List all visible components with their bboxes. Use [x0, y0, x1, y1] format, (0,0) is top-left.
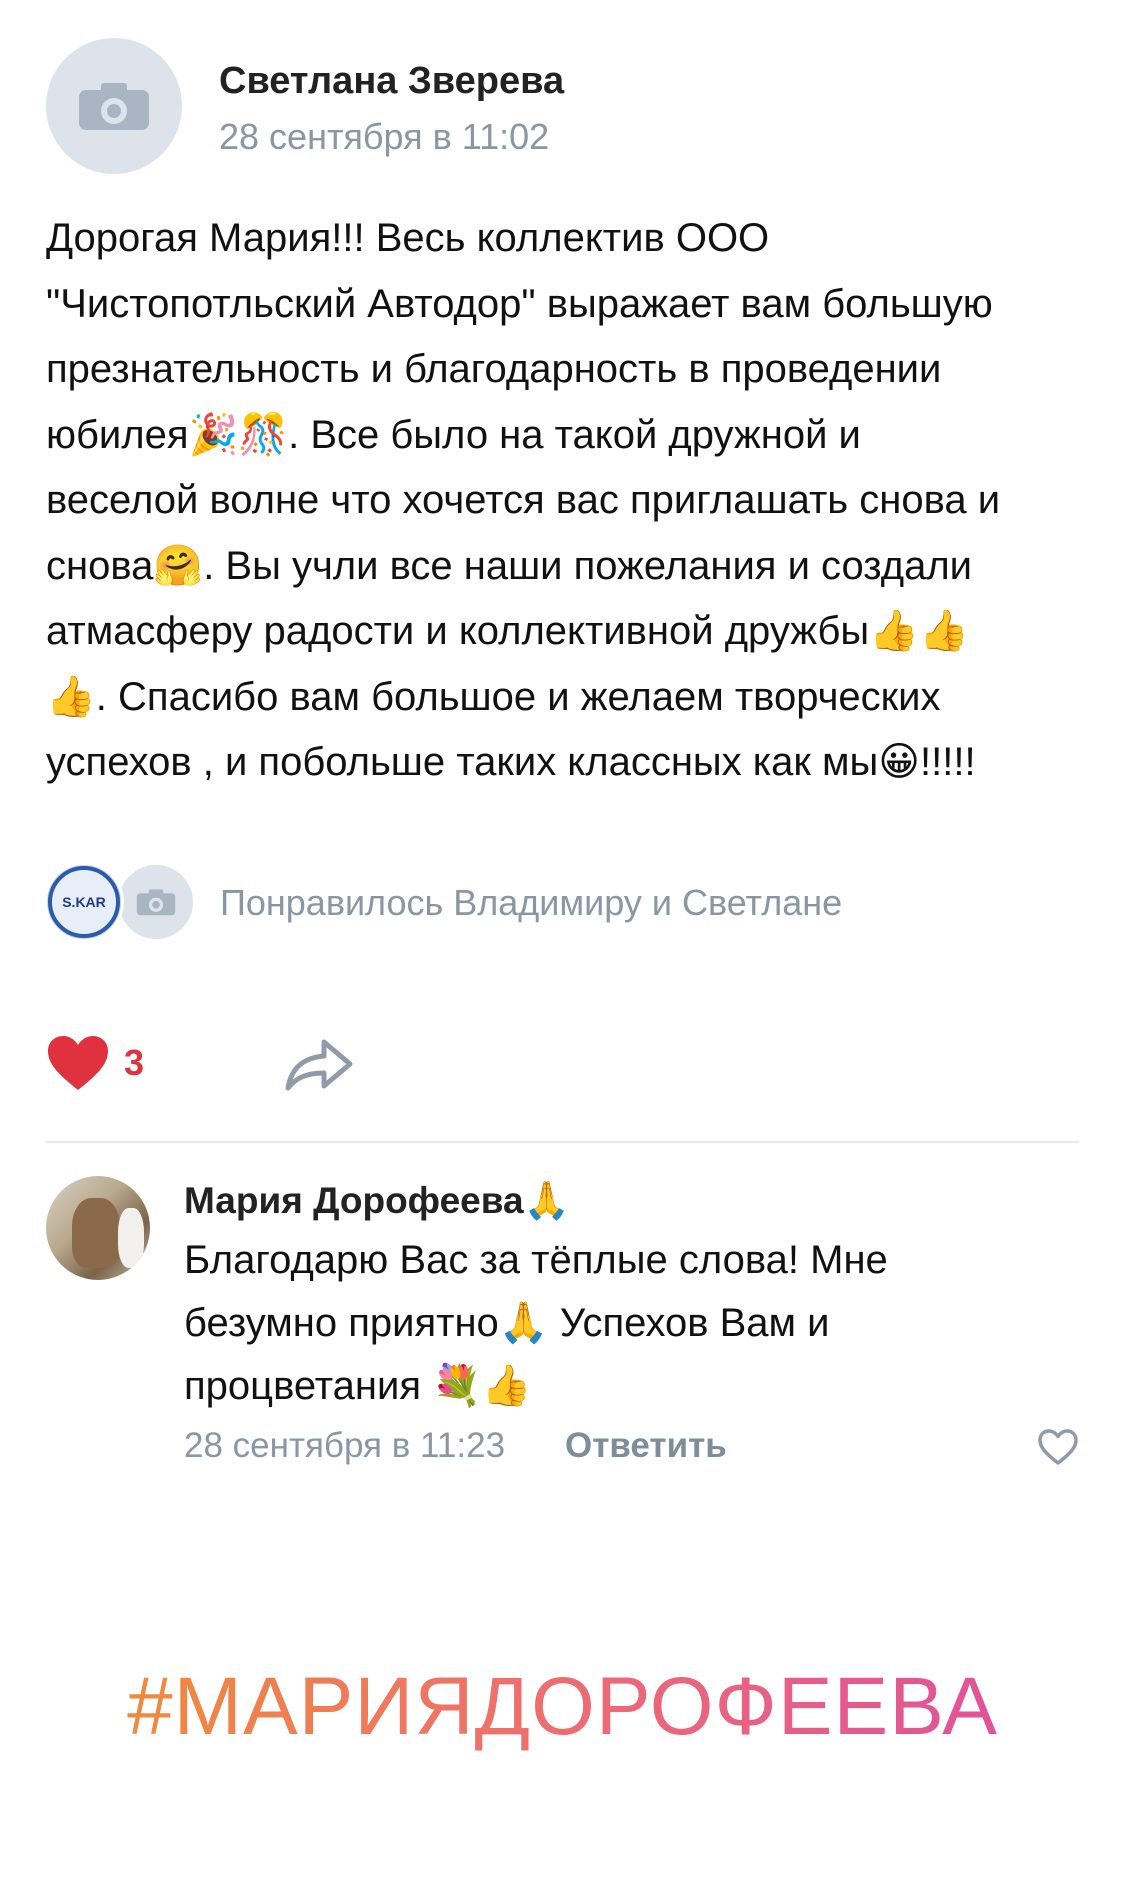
hashtag-text: #МАРИЯДОРОФЕЕВА	[127, 1661, 998, 1752]
post-text-line: "Чистопотльский Автодор" выражает вам бо…	[46, 281, 993, 326]
liker-avatar-default[interactable]	[116, 862, 196, 942]
post-text: Дорогая Мария!!! Весь коллектив ООО "Чис…	[46, 206, 1091, 796]
skar-logo: S.KAR	[48, 866, 120, 938]
post-author-name[interactable]: Светлана Зверева	[219, 60, 564, 103]
post-screen: Светлана Зверева 28 сентября в 11:02 Дор…	[0, 0, 1125, 1888]
post-text-line: презнательность и благодарность в провед…	[46, 347, 942, 391]
liker-avatar-skar[interactable]: S.KAR	[44, 862, 124, 942]
avatar-photo-person	[118, 1208, 144, 1268]
post-date[interactable]: 28 сентября в 11:02	[219, 116, 549, 158]
comment-text-line: Благодарю Вас за тёплые слова! Мне	[184, 1238, 888, 1282]
post-text-line: 👍. Спасибо вам большое и желаем творческ…	[46, 674, 941, 719]
comment-author-name[interactable]: Мария Дорофеева🙏	[184, 1180, 570, 1223]
camera-icon	[136, 889, 176, 916]
camera-icon	[79, 82, 149, 130]
divider	[46, 1141, 1079, 1143]
hashtag-caption: #МАРИЯДОРОФЕЕВА	[0, 1660, 1125, 1754]
post-text-line: Дорогая Мария!!! Весь коллектив ООО	[46, 216, 770, 260]
comment-date: 28 сентября в 11:23	[184, 1426, 506, 1465]
comment-text-line: безумно приятно🙏 Успехов Вам и	[184, 1301, 830, 1345]
share-icon[interactable]	[284, 1036, 354, 1092]
post-text-line: веселой волне что хочется вас приглашать…	[46, 478, 1001, 522]
comment-author-avatar[interactable]	[46, 1176, 150, 1280]
post-text-line: снова🤗. Вы учли все наши пожелания и соз…	[46, 543, 972, 588]
comment-text: Благодарю Вас за тёплые слова! Мне безум…	[184, 1229, 1064, 1418]
post-text-line: успехов , и побольше таких классных как …	[46, 740, 976, 784]
post-text-line: юбилея🎉🎊. Все было на такой дружной и	[46, 412, 861, 457]
post-author-avatar[interactable]	[46, 38, 182, 174]
reply-button[interactable]: Ответить	[565, 1426, 727, 1466]
likes-summary[interactable]: Понравилось Владимиру и Светлане	[220, 882, 842, 924]
skar-logo-text: S.KAR	[62, 894, 106, 910]
comment-like-icon[interactable]	[1037, 1428, 1079, 1466]
avatar-photo-horse	[72, 1198, 120, 1268]
post-text-line: атмасферу радости и коллективной дружбы👍…	[46, 609, 969, 653]
heart-icon[interactable]	[46, 1034, 110, 1092]
comment-text-line: процветания 💐👍	[184, 1364, 532, 1408]
like-count[interactable]: 3	[124, 1042, 144, 1084]
